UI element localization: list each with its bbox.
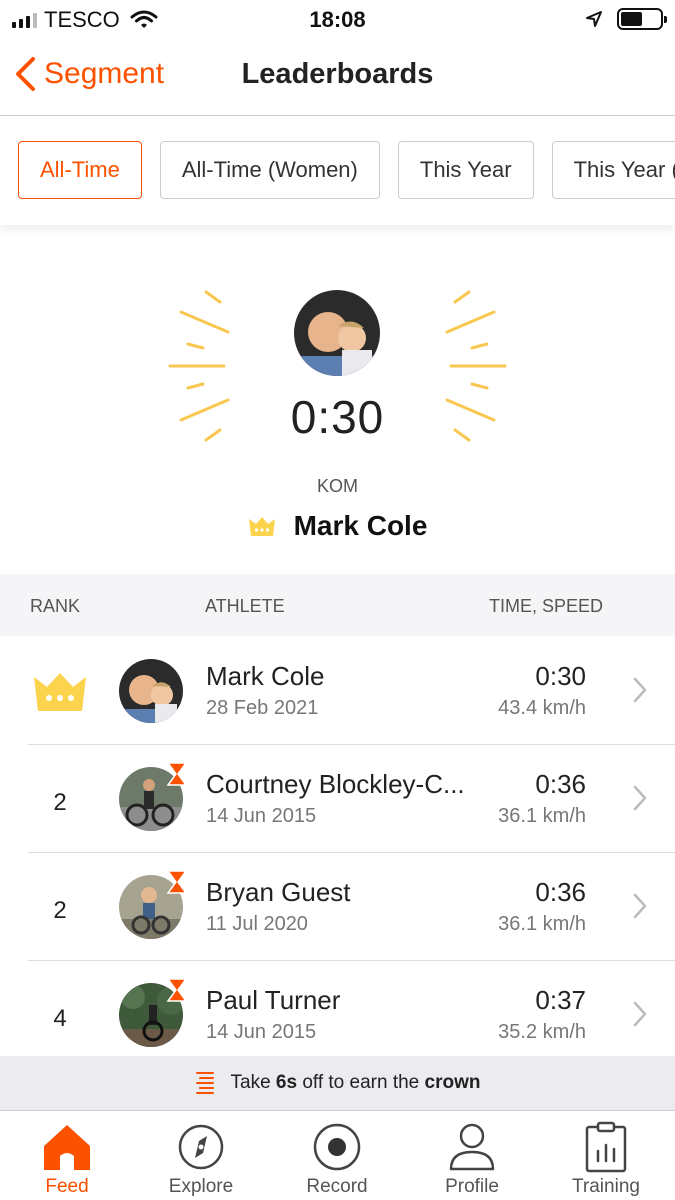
- effort-speed: 35.2 km/h: [498, 1021, 586, 1043]
- effort-date: 11 Jul 2020: [206, 913, 308, 935]
- kom-avatar[interactable]: [294, 290, 380, 376]
- effort-speed: 43.4 km/h: [498, 697, 586, 719]
- filter-chip-this-year[interactable]: This Year: [397, 141, 534, 199]
- effort-time: 0:37: [535, 985, 586, 1015]
- tab-feed[interactable]: Feed: [7, 1120, 127, 1198]
- subscriber-badge-icon: [166, 762, 188, 786]
- leaderboard-row[interactable]: 4 Paul Turner 14 Jun 2015 0:37 35.2 km/h: [0, 961, 675, 1069]
- chevron-right-icon: [633, 893, 647, 919]
- record-icon: [313, 1123, 361, 1171]
- chevron-right-icon: [633, 1001, 647, 1027]
- subscriber-badge-icon: [166, 978, 188, 1002]
- tab-label: Profile: [445, 1176, 499, 1197]
- filter-chip-row: All-Time All-Time (Women) This Year This…: [18, 141, 675, 199]
- effort-time: 0:36: [535, 769, 586, 799]
- tab-label: Feed: [45, 1176, 89, 1197]
- tab-label: Training: [572, 1176, 640, 1197]
- kom-holder[interactable]: Mark Cole: [0, 510, 675, 542]
- chevron-right-icon: [633, 677, 647, 703]
- battery-icon: [617, 8, 667, 30]
- segment-list-icon: [195, 1072, 214, 1094]
- tab-explore[interactable]: Explore: [141, 1120, 261, 1198]
- compass-icon: [178, 1124, 224, 1170]
- crown-icon: [34, 673, 86, 711]
- athlete-name: Courtney Blockley-C...: [206, 769, 465, 799]
- athlete-name: Mark Cole: [206, 661, 325, 691]
- kom-holder-name: Mark Cole: [293, 510, 428, 541]
- tab-record[interactable]: Record: [277, 1120, 397, 1198]
- tab-profile[interactable]: Profile: [412, 1120, 532, 1198]
- clipboard-chart-icon: [585, 1121, 627, 1173]
- location-arrow-icon: [586, 11, 602, 27]
- avatar: [119, 659, 183, 723]
- banner-text: Take 6s off to earn the crown: [230, 1072, 481, 1093]
- effort-time: 0:30: [535, 661, 586, 691]
- nav-bar: Segment Leaderboards: [0, 38, 675, 116]
- avatar-image: [294, 290, 380, 376]
- subscriber-badge-icon: [166, 870, 188, 894]
- crown-icon: [248, 517, 275, 536]
- tab-training[interactable]: Training: [546, 1120, 666, 1198]
- tab-label: Explore: [168, 1176, 234, 1197]
- leaderboard-header: RANK ATHLETE TIME, SPEED: [0, 574, 675, 636]
- back-label: Segment: [44, 57, 165, 90]
- home-icon: [44, 1125, 90, 1170]
- filter-chip-this-year-women[interactable]: This Year (Wo: [551, 141, 675, 199]
- effort-date: 14 Jun 2015: [206, 805, 317, 827]
- status-right: [585, 8, 667, 30]
- leaderboard-row[interactable]: 2 Bryan Guest 11 Jul 2020 0:36 36.1 km/h: [0, 853, 675, 961]
- kom-hero: 0:30 KOM Mark Cole: [0, 226, 675, 574]
- leaderboard-row[interactable]: Mark Cole 28 Feb 2021 0:30 43.4 km/h: [0, 637, 675, 745]
- effort-time: 0:36: [535, 877, 586, 907]
- effort-date: 14 Jun 2015: [206, 1021, 317, 1043]
- effort-date: 28 Feb 2021: [206, 697, 319, 719]
- chevron-right-icon: [633, 785, 647, 811]
- athlete-name: Bryan Guest: [206, 877, 351, 907]
- kom-label: KOM: [316, 476, 358, 496]
- leaderboard-row[interactable]: 2 Courtney Blockley-C... 14 Jun 2015 0:3…: [0, 745, 675, 853]
- column-header-time-speed: TIME, SPEED: [488, 596, 603, 616]
- effort-speed: 36.1 km/h: [498, 913, 586, 935]
- effort-speed: 36.1 km/h: [498, 805, 586, 827]
- rank-number: 2: [53, 789, 67, 816]
- athlete-name: Paul Turner: [206, 985, 341, 1015]
- chevron-left-icon: [16, 57, 35, 91]
- status-bar: TESCO 18:08: [0, 0, 675, 38]
- column-header-rank: RANK: [30, 596, 81, 616]
- rank-number: 2: [53, 897, 67, 924]
- back-button[interactable]: Segment: [14, 56, 164, 92]
- rank-number: 4: [53, 1005, 67, 1032]
- column-header-athlete: ATHLETE: [205, 596, 285, 616]
- tab-bar: Feed Explore Record Profile Training: [0, 1112, 675, 1200]
- filter-bar: All-Time All-Time (Women) This Year This…: [0, 117, 675, 225]
- person-icon: [449, 1123, 495, 1171]
- crown-goal-banner[interactable]: Take 6s off to earn the crown: [0, 1056, 675, 1111]
- filter-chip-all-time-women[interactable]: All-Time (Women): [159, 141, 380, 199]
- kom-time: 0:30: [290, 391, 385, 443]
- status-time: 18:08: [309, 7, 366, 32]
- filter-chip-all-time[interactable]: All-Time: [18, 141, 142, 199]
- tab-label: Record: [306, 1176, 368, 1197]
